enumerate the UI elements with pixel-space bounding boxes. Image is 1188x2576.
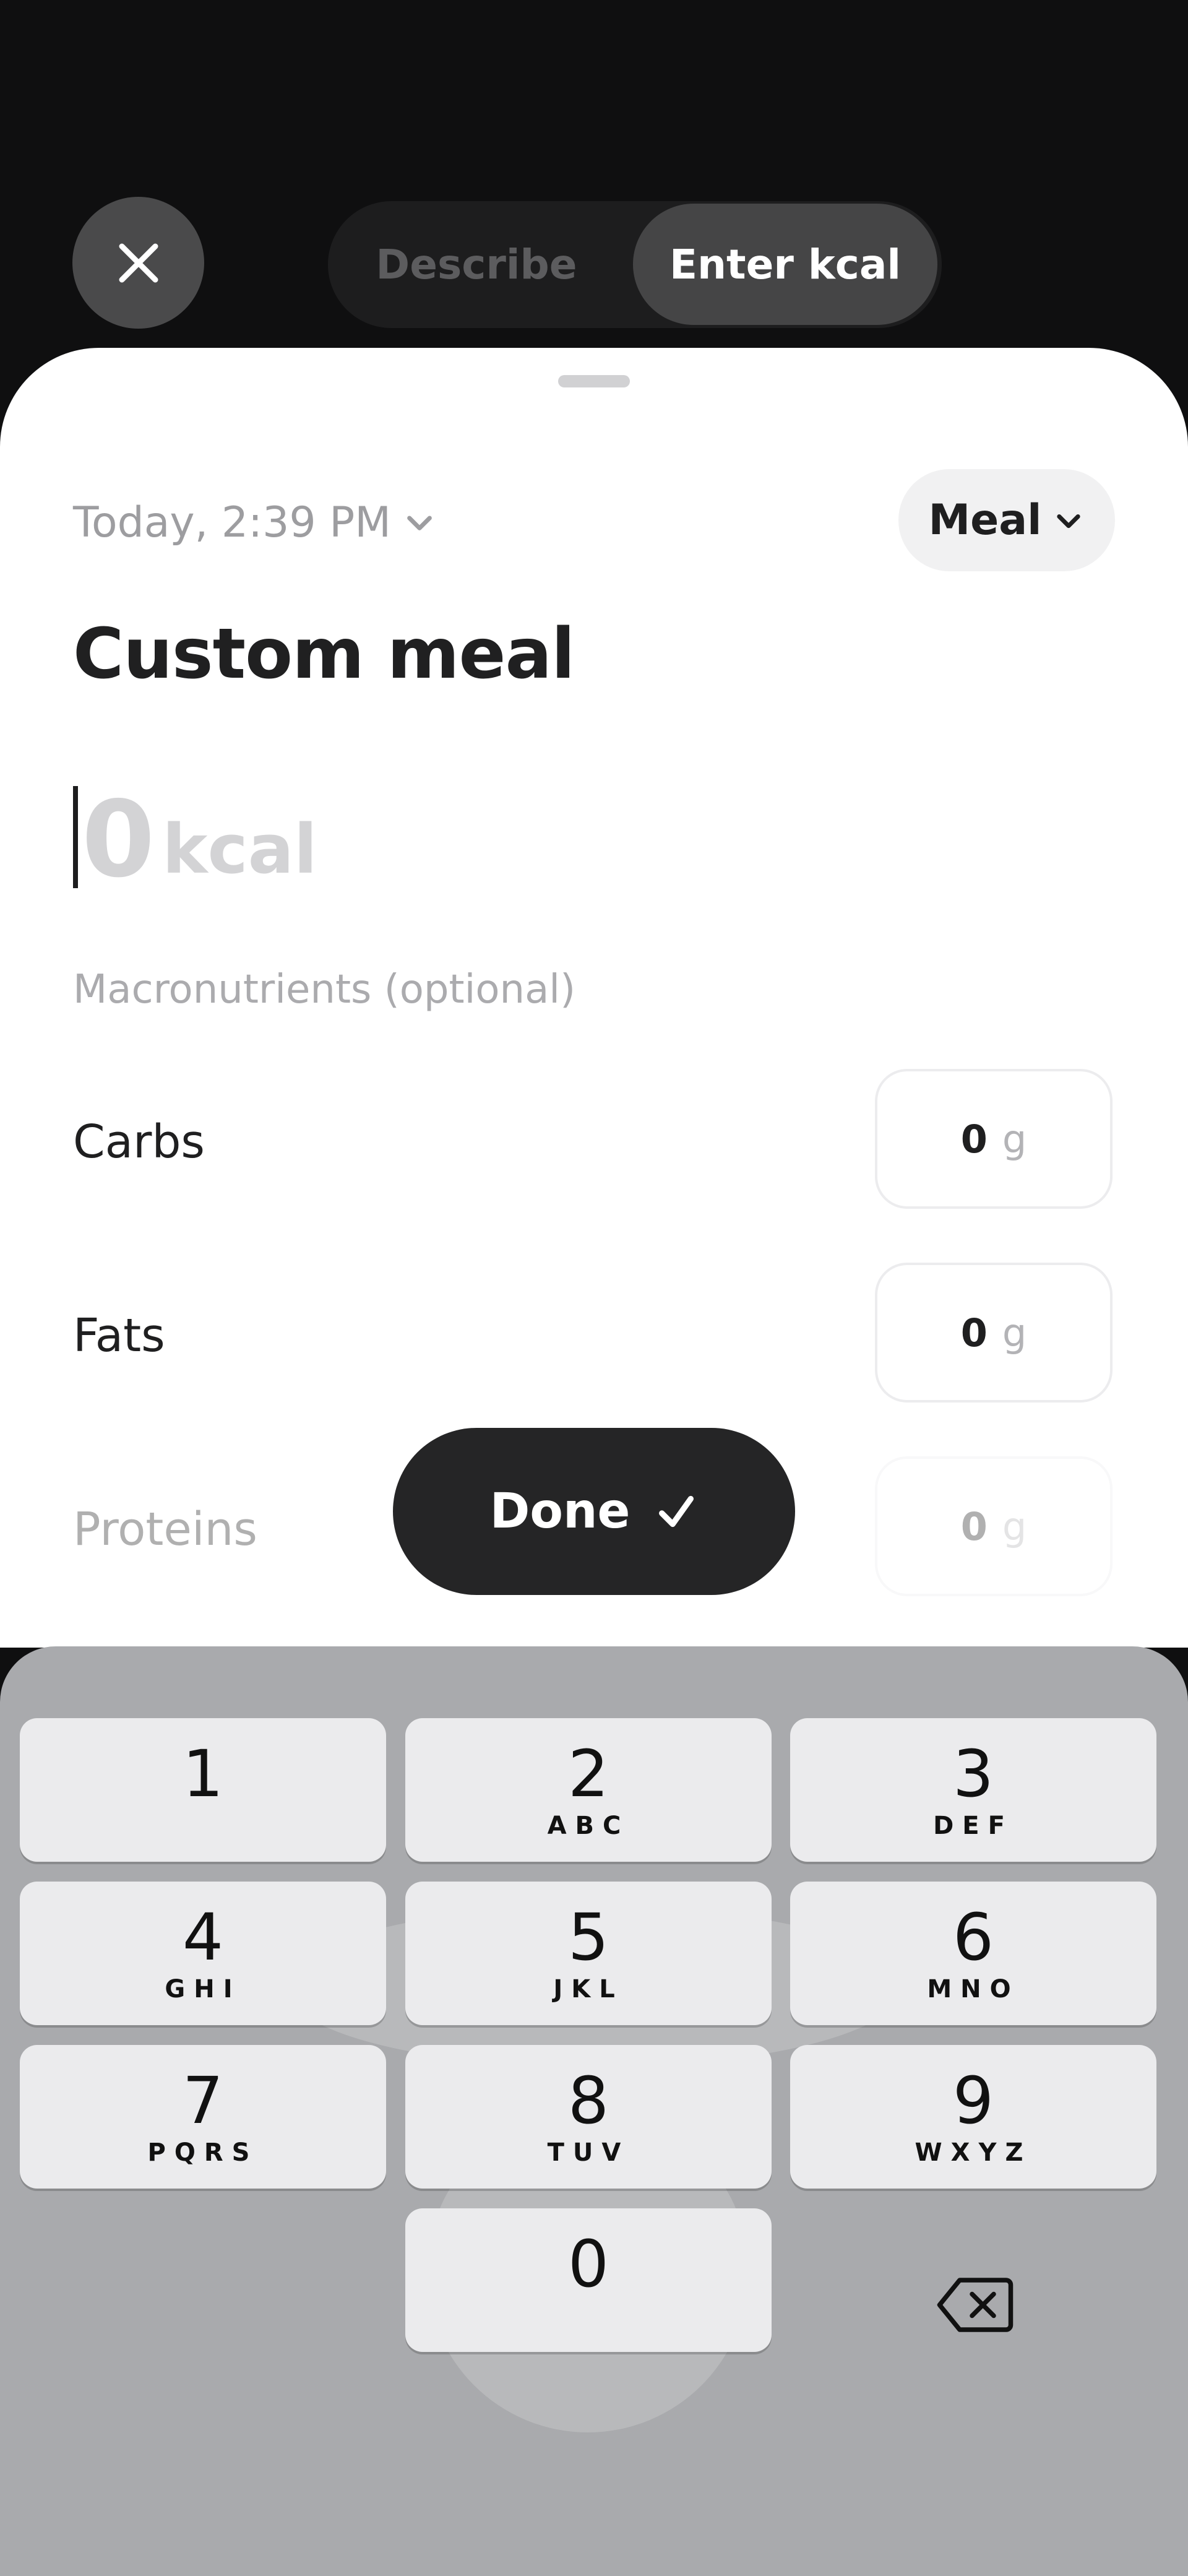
key-digit: 4 — [182, 1900, 224, 1975]
custom-meal-sheet: Today, 2:39 PM Meal Custom meal 0 kcal M… — [0, 348, 1188, 1648]
proteins-value: 0 — [960, 1503, 988, 1549]
datetime-picker[interactable]: Today, 2:39 PM — [73, 491, 437, 553]
key-8[interactable]: 8 TUV — [405, 2045, 772, 2189]
kcal-unit: kcal — [162, 810, 317, 889]
carbs-label: Carbs — [73, 1115, 205, 1169]
key-digit: 9 — [952, 2063, 994, 2138]
meal-type-dropdown[interactable]: Meal — [898, 469, 1115, 571]
key-letters: PQRS — [147, 2138, 259, 2167]
key-digit: 3 — [952, 1736, 994, 1812]
close-button[interactable] — [72, 197, 204, 329]
fats-label: Fats — [73, 1309, 165, 1362]
key-digit: 7 — [182, 2063, 224, 2138]
numeric-keypad: 1 2 ABC 3 DEF 4 GHI 5 JKL 6 MNO 7 PQRS 8… — [0, 1646, 1188, 2576]
key-letters: TUV — [547, 2138, 630, 2167]
done-button[interactable]: Done — [393, 1428, 795, 1595]
carbs-input[interactable]: 0 g — [875, 1069, 1113, 1209]
key-6[interactable]: 6 MNO — [790, 1882, 1156, 2025]
key-3[interactable]: 3 DEF — [790, 1718, 1156, 1862]
key-digit: 5 — [567, 1900, 609, 1975]
key-digit: 6 — [952, 1900, 994, 1975]
datetime-label: Today, 2:39 PM — [73, 498, 391, 547]
key-7[interactable]: 7 PQRS — [20, 2045, 386, 2189]
fats-value: 0 — [960, 1310, 988, 1355]
carbs-value: 0 — [960, 1116, 988, 1162]
chevron-down-icon — [407, 516, 432, 530]
key-letters: WXYZ — [915, 2138, 1032, 2167]
kcal-value: 0 — [82, 779, 155, 901]
meal-type-label: Meal — [928, 496, 1042, 545]
proteins-input[interactable]: 0 g — [875, 1456, 1113, 1596]
key-letters: ABC — [547, 1812, 630, 1840]
kcal-input[interactable]: 0 kcal — [73, 781, 317, 893]
key-1[interactable]: 1 — [20, 1718, 386, 1862]
tab-enter-kcal[interactable]: Enter kcal — [633, 204, 937, 325]
key-digit: 0 — [567, 2226, 609, 2302]
checkmark-icon — [659, 1495, 694, 1528]
fats-input[interactable]: 0 g — [875, 1263, 1113, 1403]
key-0[interactable]: 0 — [405, 2208, 772, 2352]
backspace-button[interactable] — [792, 2233, 1158, 2377]
key-9[interactable]: 9 WXYZ — [790, 2045, 1156, 2189]
close-icon — [119, 243, 158, 282]
backspace-icon — [937, 2278, 1014, 2332]
carbs-unit: g — [1002, 1116, 1027, 1162]
macros-heading: Macronutrients (optional) — [73, 967, 576, 1013]
key-letters: GHI — [165, 1975, 241, 2003]
page-title: Custom meal — [73, 614, 575, 694]
text-caret — [73, 785, 78, 888]
key-letters: MNO — [927, 1975, 1020, 2003]
mode-segmented-control: Describe Enter kcal — [328, 201, 942, 328]
key-letters: JKL — [553, 1975, 624, 2003]
proteins-unit: g — [1002, 1503, 1027, 1549]
proteins-label: Proteins — [73, 1503, 257, 1556]
done-label: Done — [489, 1484, 631, 1539]
key-digit: 2 — [567, 1736, 609, 1812]
key-4[interactable]: 4 GHI — [20, 1882, 386, 2025]
chevron-down-icon — [1057, 514, 1081, 528]
fats-unit: g — [1002, 1310, 1027, 1355]
key-letters: DEF — [933, 1812, 1014, 1840]
sheet-grabber[interactable] — [558, 375, 630, 387]
key-digit: 1 — [182, 1736, 224, 1812]
key-digit: 8 — [567, 2063, 609, 2138]
key-5[interactable]: 5 JKL — [405, 1882, 772, 2025]
tab-describe[interactable]: Describe — [328, 201, 625, 328]
key-2[interactable]: 2 ABC — [405, 1718, 772, 1862]
